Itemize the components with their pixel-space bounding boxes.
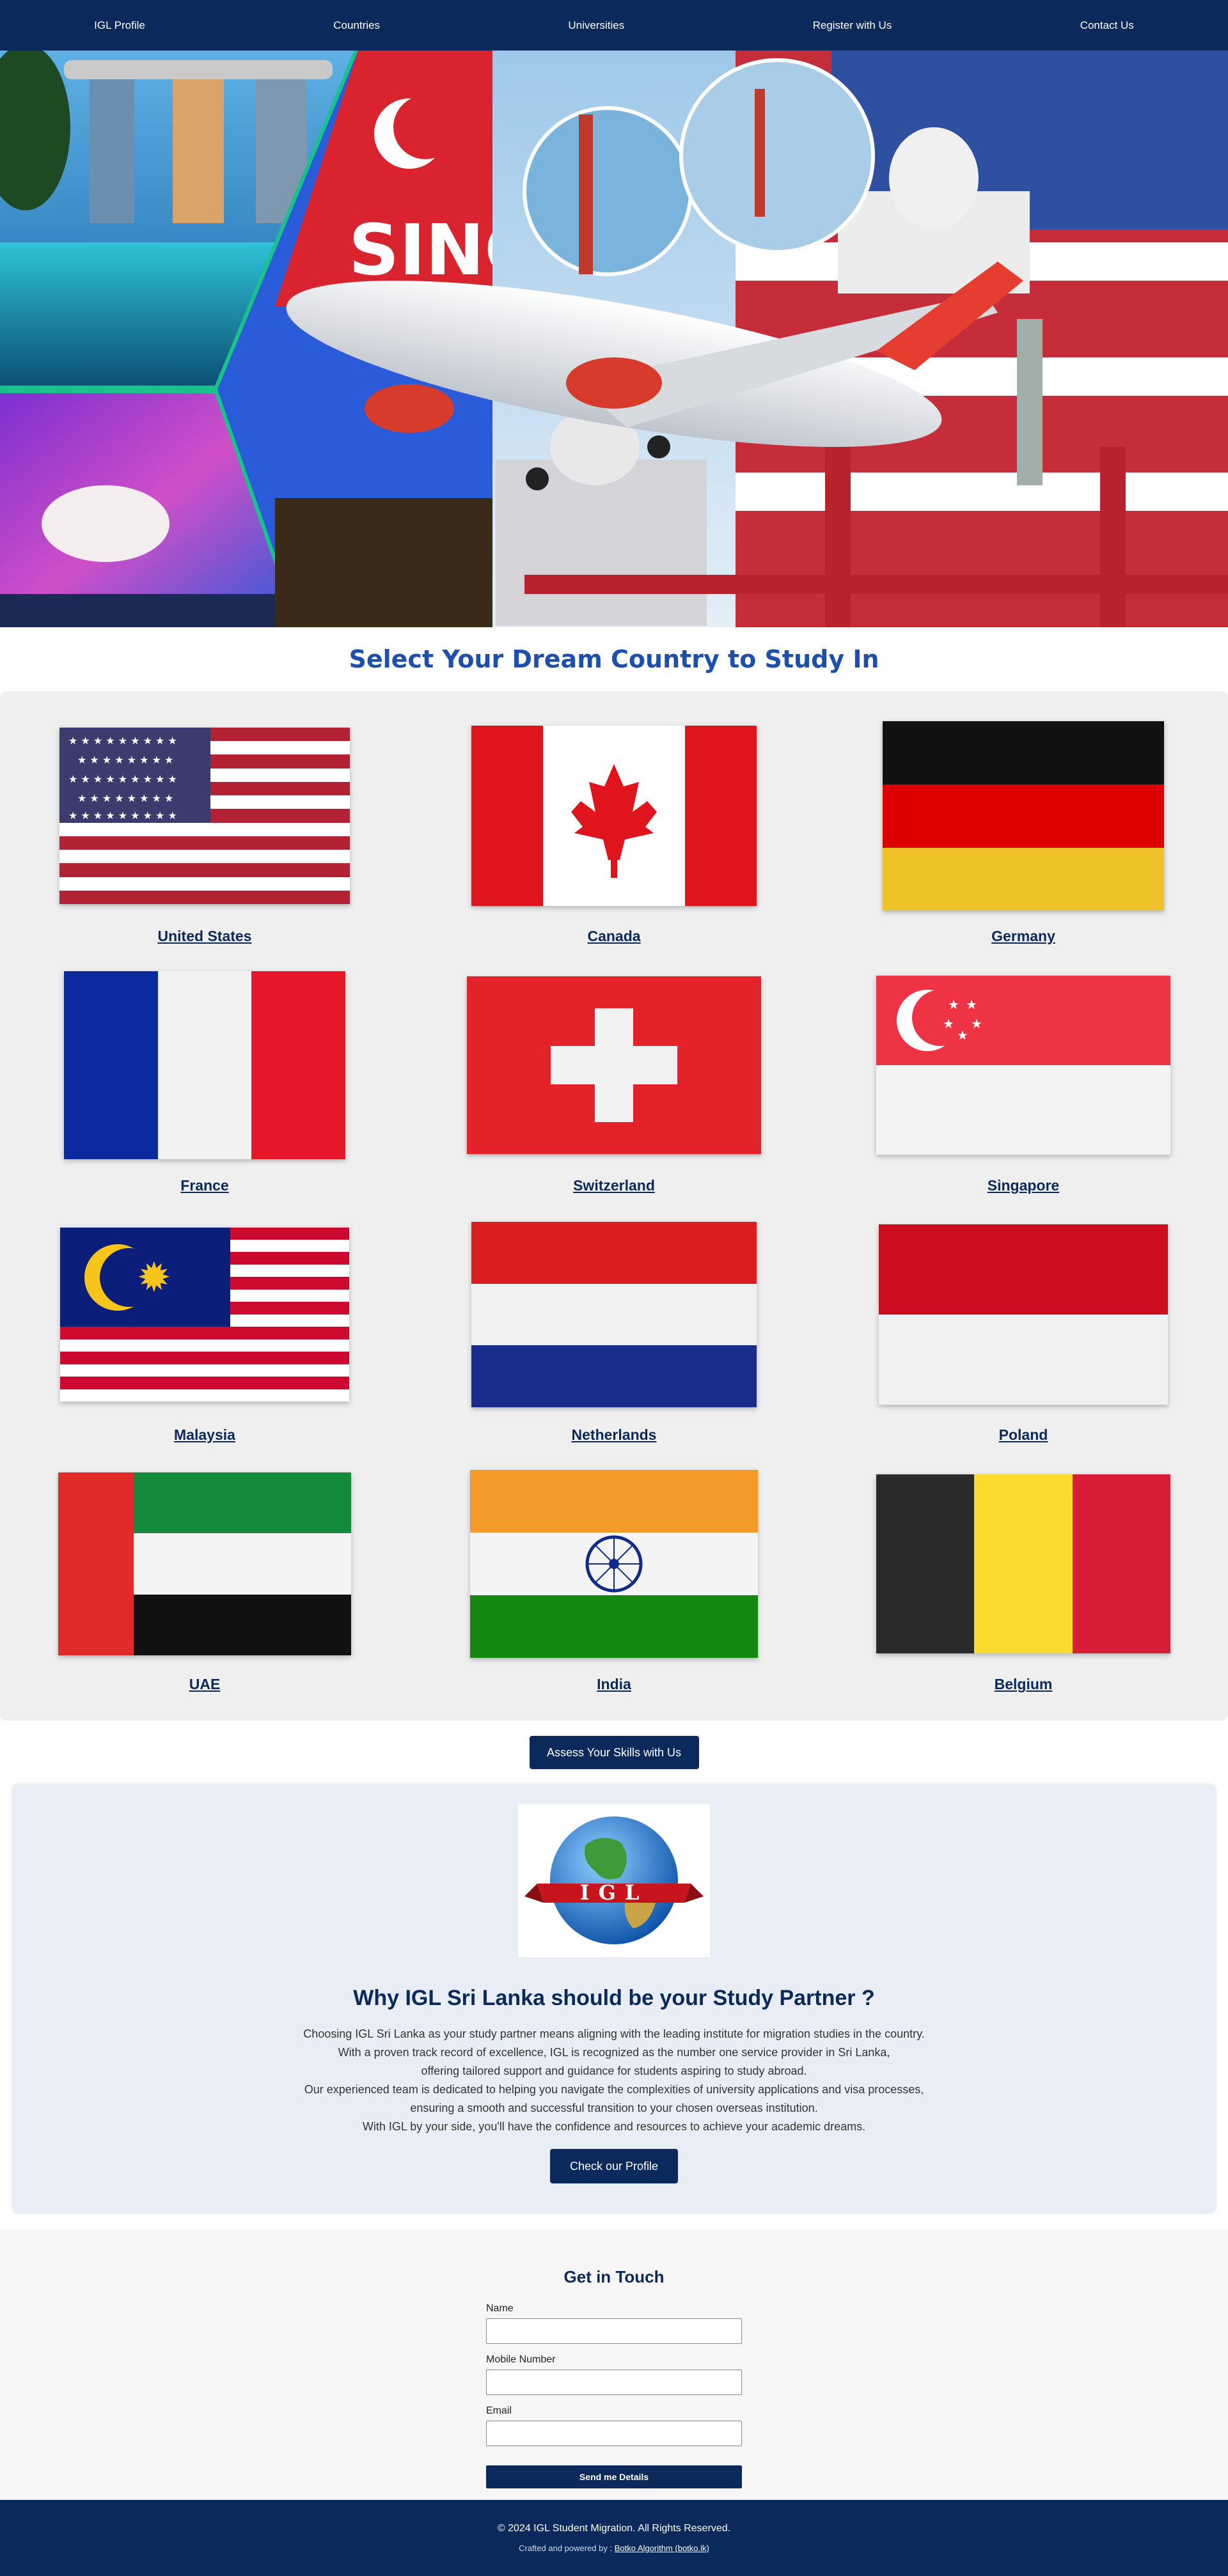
hero-collage-image: SING [0, 51, 1228, 627]
flag-france[interactable] [58, 971, 352, 1159]
why-line: Choosing IGL Sri Lanka as your study par… [303, 2027, 925, 2040]
flag-uae[interactable] [58, 1471, 352, 1657]
name-label: Name [486, 2303, 514, 2314]
country-link-poland[interactable]: Poland [999, 1426, 1048, 1444]
country-card-singapore: ★ ★ ★ ★ ★ Singapore [819, 972, 1228, 1203]
mobile-field[interactable] [486, 2369, 742, 2395]
svg-text:★: ★ [966, 997, 977, 1012]
email-field[interactable] [486, 2421, 742, 2446]
why-line: With a proven track record of excellence… [338, 2046, 890, 2059]
country-card-india: India [409, 1470, 819, 1701]
country-link-canada[interactable]: Canada [587, 928, 640, 945]
flag-india[interactable] [467, 1470, 761, 1658]
mobile-label: Mobile Number [486, 2354, 556, 2365]
flag-singapore[interactable]: ★ ★ ★ ★ ★ [876, 972, 1170, 1158]
country-card-germany: Germany [819, 721, 1228, 953]
email-label: Email [486, 2405, 512, 2416]
country-card-france: France [0, 971, 409, 1203]
svg-text:✹: ✹ [137, 1254, 171, 1302]
why-title: Why IGL Sri Lanka should be your Study P… [353, 1986, 875, 2010]
svg-text:★: ★ [957, 1027, 968, 1043]
why-line: Our experienced team is dedicated to hel… [304, 2083, 924, 2096]
svg-text:★ ★ ★ ★ ★ ★ ★ ★ ★: ★ ★ ★ ★ ★ ★ ★ ★ ★ [68, 773, 177, 785]
why-line: With IGL by your side, you'll have the c… [362, 2120, 866, 2133]
countries-heading-wrap: Select Your Dream Country to Study In [0, 627, 1228, 691]
why-description: Choosing IGL Sri Lanka as your study par… [303, 2025, 925, 2136]
country-link-switzerland[interactable]: Switzerland [573, 1177, 655, 1194]
country-link-uae[interactable]: UAE [189, 1676, 221, 1693]
svg-text:★ ★ ★ ★ ★ ★ ★ ★: ★ ★ ★ ★ ★ ★ ★ ★ [77, 792, 173, 804]
country-card-uae: UAE [0, 1471, 409, 1701]
svg-text:★ ★ ★ ★ ★ ★ ★ ★ ★: ★ ★ ★ ★ ★ ★ ★ ★ ★ [68, 809, 177, 822]
credit-link[interactable]: Botko Algorithm (botko.lk) [615, 2543, 709, 2553]
svg-text:★: ★ [943, 1016, 954, 1031]
nav-register[interactable]: Register with Us [813, 19, 892, 32]
check-profile-button[interactable]: Check our Profile [550, 2149, 678, 2183]
igl-logo-text: IGL [580, 1880, 649, 1905]
copyright-text: © 2024 IGL Student Migration. All Rights… [497, 2523, 731, 2534]
flag-malaysia[interactable]: ✹ [58, 1222, 352, 1407]
country-card-poland: Poland [819, 1222, 1228, 1452]
country-link-netherlands[interactable]: Netherlands [572, 1426, 657, 1444]
footer: © 2024 IGL Student Migration. All Rights… [0, 2500, 1228, 2576]
contact-title: Get in Touch [563, 2267, 665, 2286]
top-nav: IGL Profile Countries Universities Regis… [0, 0, 1228, 51]
nav-universities[interactable]: Universities [568, 19, 624, 32]
send-details-button[interactable]: Send me Details [486, 2465, 742, 2488]
svg-text:★: ★ [948, 997, 959, 1012]
countries-heading: Select Your Dream Country to Study In [349, 645, 879, 673]
country-card-belgium: Belgium [819, 1471, 1228, 1701]
svg-text:★ ★ ★ ★ ★ ★ ★ ★: ★ ★ ★ ★ ★ ★ ★ ★ [77, 754, 173, 766]
credit-prefix: Crafted and powered by : [519, 2543, 613, 2553]
why-line: ensuring a smooth and successful transit… [410, 2102, 818, 2114]
country-link-france[interactable]: France [180, 1177, 228, 1194]
country-link-india[interactable]: India [597, 1676, 631, 1693]
flag-netherlands[interactable] [467, 1222, 761, 1407]
contact-section: Get in Touch Name Mobile Number Email Se… [0, 2229, 1228, 2504]
assess-skills-button[interactable]: Assess Your Skills with Us [529, 1736, 699, 1769]
country-card-switzerland: Switzerland [409, 972, 819, 1203]
contact-form: Name Mobile Number Email Send me Details [486, 2303, 742, 2488]
countries-grid: ★ ★ ★ ★ ★ ★ ★ ★ ★ ★ ★ ★ ★ ★ ★ ★ ★ ★ ★ ★ … [0, 721, 1228, 1701]
country-link-germany[interactable]: Germany [991, 928, 1055, 945]
page: IGL Profile Countries Universities Regis… [0, 0, 1228, 2576]
country-link-malaysia[interactable]: Malaysia [174, 1426, 235, 1444]
flag-germany[interactable] [876, 721, 1170, 910]
flag-switzerland[interactable] [467, 972, 761, 1158]
name-field[interactable] [486, 2318, 742, 2344]
hero-banner: SING [0, 51, 1228, 627]
credit-line: Crafted and powered by : Botko Algorithm… [519, 2543, 709, 2553]
flag-poland[interactable] [876, 1222, 1170, 1407]
nav-contact[interactable]: Contact Us [1080, 19, 1134, 32]
country-card-malaysia: ✹ Malaysia [0, 1222, 409, 1452]
why-line: offering tailored support and guidance f… [421, 2065, 807, 2077]
assess-wrap: Assess Your Skills with Us [0, 1721, 1228, 1784]
svg-text:★ ★ ★ ★ ★ ★ ★ ★ ★: ★ ★ ★ ★ ★ ★ ★ ★ ★ [68, 735, 177, 747]
svg-text:★: ★ [971, 1016, 982, 1031]
country-link-singapore[interactable]: Singapore [988, 1177, 1059, 1194]
country-card-netherlands: Netherlands [409, 1222, 819, 1452]
flag-canada[interactable] [467, 723, 761, 909]
igl-logo: IGL [518, 1804, 710, 1957]
country-link-united-states[interactable]: United States [158, 928, 252, 945]
flag-united-states[interactable]: ★ ★ ★ ★ ★ ★ ★ ★ ★ ★ ★ ★ ★ ★ ★ ★ ★ ★ ★ ★ … [58, 723, 352, 909]
globe-icon: IGL [524, 1816, 704, 1944]
country-card-united-states: ★ ★ ★ ★ ★ ★ ★ ★ ★ ★ ★ ★ ★ ★ ★ ★ ★ ★ ★ ★ … [0, 723, 409, 953]
country-link-belgium[interactable]: Belgium [995, 1676, 1053, 1693]
nav-igl-profile[interactable]: IGL Profile [94, 19, 145, 32]
country-card-canada: Canada [409, 723, 819, 953]
nav-countries[interactable]: Countries [333, 19, 380, 32]
flag-belgium[interactable] [876, 1471, 1170, 1657]
why-section: IGL Why IGL Sri Lanka should be your Stu… [13, 1784, 1215, 2213]
countries-section: ★ ★ ★ ★ ★ ★ ★ ★ ★ ★ ★ ★ ★ ★ ★ ★ ★ ★ ★ ★ … [0, 691, 1228, 1721]
